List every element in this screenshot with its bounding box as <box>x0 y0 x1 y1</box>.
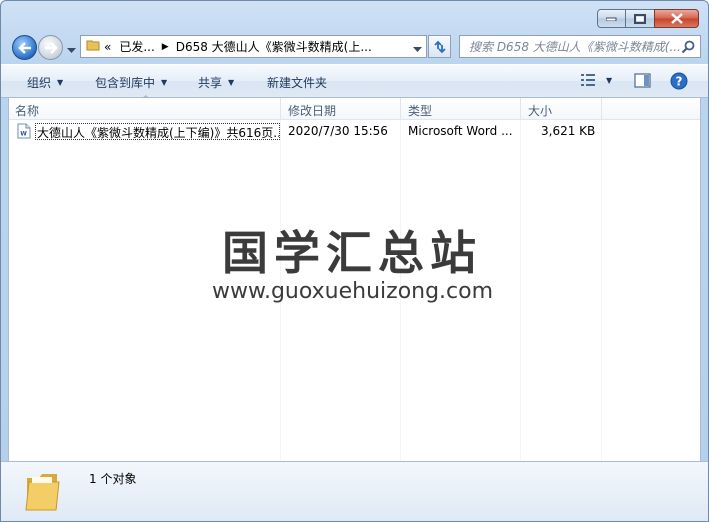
recent-pages-dropdown[interactable] <box>67 43 76 57</box>
sort-ascending-icon: ^ <box>142 95 150 105</box>
breadcrumb-arrow-icon[interactable]: ▶ <box>162 42 169 52</box>
close-button[interactable] <box>654 9 699 28</box>
forward-button[interactable] <box>38 35 63 60</box>
minimize-button[interactable] <box>597 9 626 28</box>
chevron-down-icon: ▼ <box>161 78 168 87</box>
preview-pane-button[interactable] <box>634 73 651 88</box>
maximize-button[interactable] <box>626 9 654 28</box>
refresh-button[interactable] <box>428 35 451 58</box>
watermark-title: 国学汇总站 <box>222 226 482 280</box>
close-icon <box>670 13 683 24</box>
table-row[interactable]: W 大德山人《紫微斗数精成(上下编)》共616页... 2020/7/30 15… <box>9 120 700 142</box>
new-folder-button[interactable]: 新建文件夹 <box>267 74 327 91</box>
maximize-icon <box>634 13 646 24</box>
chevron-down-icon: ▼ <box>228 78 235 87</box>
share-label: 共享 <box>198 76 223 90</box>
column-header-name[interactable]: 名称 <box>15 102 39 119</box>
search-icon[interactable] <box>681 40 695 57</box>
folder-icon <box>23 468 63 517</box>
caption-buttons <box>597 9 699 28</box>
chevron-down-icon <box>413 47 422 52</box>
column-divider[interactable] <box>400 98 401 119</box>
column-header-type[interactable]: 类型 <box>408 102 432 119</box>
file-size: 3,621 KB <box>541 124 596 138</box>
column-divider[interactable] <box>601 98 602 119</box>
arrow-left-icon <box>17 41 31 54</box>
column-divider[interactable] <box>520 98 521 119</box>
breadcrumb: « 已发... ▶ D658 大德山人《紫微斗数精成(上... <box>100 38 376 55</box>
organize-label: 组织 <box>27 76 52 90</box>
organize-menu[interactable]: 组织 ▼ <box>27 74 63 91</box>
column-header-date[interactable]: 修改日期 <box>288 102 336 119</box>
address-bar[interactable]: « 已发... ▶ D658 大德山人《紫微斗数精成(上... <box>80 35 427 58</box>
help-icon: ? <box>670 72 688 90</box>
share-menu[interactable]: 共享 ▼ <box>198 74 234 91</box>
arrow-right-icon <box>44 41 58 54</box>
preview-pane-icon <box>634 73 651 88</box>
file-date: 2020/7/30 15:56 <box>288 124 388 138</box>
refresh-icon <box>433 40 446 53</box>
view-details-icon <box>581 74 595 86</box>
search-input[interactable]: 搜索 D658 大德山人《紫微斗数精成(... <box>459 35 701 58</box>
column-gridline <box>520 120 521 461</box>
column-gridline <box>601 120 602 461</box>
column-header-size[interactable]: 大小 <box>528 102 552 119</box>
minimize-icon <box>606 17 617 21</box>
include-in-library-menu[interactable]: 包含到库中 ▼ <box>95 74 167 91</box>
breadcrumb-item-current[interactable]: D658 大德山人《紫微斗数精成(上... <box>176 38 372 55</box>
details-pane: 1 个对象 <box>1 461 708 521</box>
chevron-down-icon: ▼ <box>57 78 64 87</box>
watermark-url: www.guoxuehuizong.com <box>212 279 494 304</box>
file-type: Microsoft Word ... <box>408 124 513 138</box>
breadcrumb-overflow[interactable]: « <box>104 40 111 54</box>
command-bar: 组织 ▼ 包含到库中 ▼ 共享 ▼ 新建文件夹 ▼ ? <box>1 64 708 98</box>
folder-icon <box>86 38 100 55</box>
search-placeholder: 搜索 D658 大德山人《紫微斗数精成(... <box>469 40 681 54</box>
item-count: 1 个对象 <box>89 472 137 486</box>
new-folder-label: 新建文件夹 <box>267 76 328 90</box>
svg-text:?: ? <box>676 75 683 89</box>
address-dropdown[interactable] <box>413 42 422 56</box>
help-button[interactable]: ? <box>670 72 688 90</box>
column-divider[interactable] <box>280 98 281 119</box>
chevron-down-icon <box>67 48 76 53</box>
file-name[interactable]: 大德山人《紫微斗数精成(上下编)》共616页... <box>35 123 280 140</box>
word-doc-icon: W <box>17 123 31 142</box>
svg-text:W: W <box>20 131 27 138</box>
include-in-library-label: 包含到库中 <box>95 76 156 90</box>
back-button[interactable] <box>12 35 37 60</box>
breadcrumb-item-published[interactable]: 已发... <box>119 38 154 55</box>
chevron-down-icon: ▼ <box>606 75 613 85</box>
view-options-button[interactable]: ▼ <box>580 73 612 87</box>
explorer-window: « 已发... ▶ D658 大德山人《紫微斗数精成(上... 搜索 D658 … <box>0 0 709 522</box>
column-header-row: ^ 名称 修改日期 类型 大小 <box>9 95 700 120</box>
